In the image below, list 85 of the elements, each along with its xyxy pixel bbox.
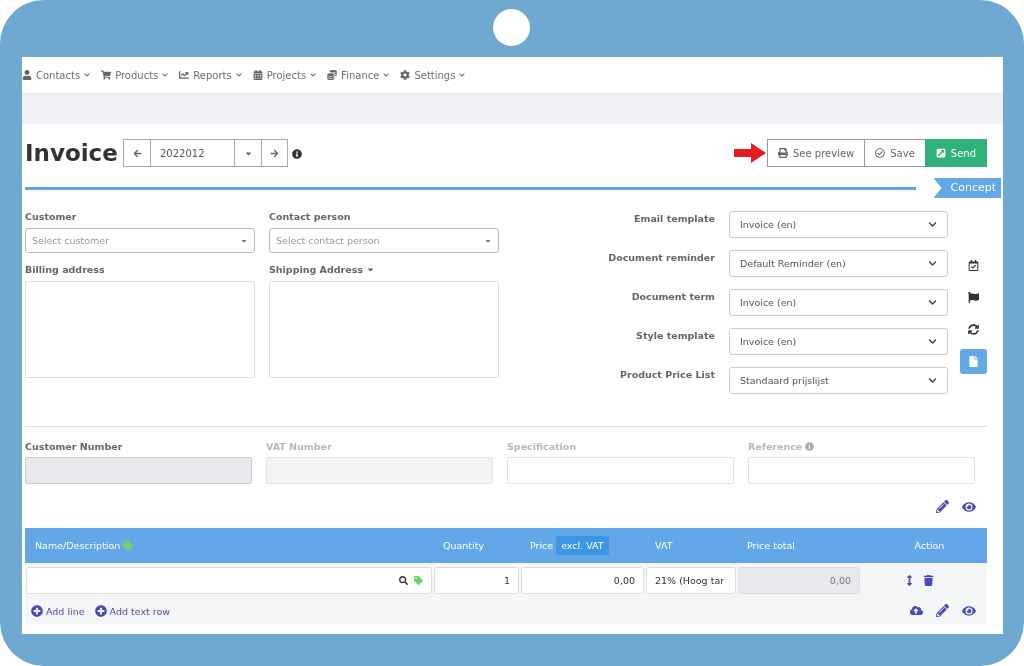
select-field[interactable]: Default Reminder (en) — [729, 250, 948, 277]
printer-icon — [778, 148, 788, 158]
field-label: Email template — [633, 212, 715, 224]
chevron-icon — [84, 72, 91, 78]
description-field[interactable] — [26, 567, 432, 594]
pencil-icon — [936, 604, 949, 617]
field-label: Specification — [507, 441, 577, 452]
field-label: Product Price List — [619, 368, 715, 380]
field-label: Shipping Address — [269, 264, 363, 275]
status-tag: Concept — [933, 178, 1001, 198]
user-icon — [22, 70, 32, 80]
gear-icon — [400, 70, 411, 80]
field-label: Reference — [748, 441, 803, 452]
nav-menu-item[interactable]: Products — [101, 69, 169, 81]
chevron-icon — [383, 72, 390, 78]
arrow-right-icon — [270, 148, 279, 158]
arrow-left-icon — [132, 148, 142, 158]
external-link-icon — [935, 148, 946, 158]
column-header: Price total — [747, 540, 795, 551]
info-icon — [292, 148, 302, 159]
field-label: Billing address — [25, 263, 106, 277]
field-label: Customer Number — [25, 441, 123, 452]
text-field[interactable] — [507, 457, 734, 484]
document-icon — [968, 356, 979, 367]
caret-icon — [366, 265, 375, 274]
chevron-icon — [235, 72, 242, 78]
upload-icon — [910, 604, 923, 617]
select-field[interactable]: Standaard prijslijst — [729, 367, 948, 394]
nav-menu-item[interactable]: Reports — [179, 69, 242, 81]
field-label: Document reminder — [607, 251, 715, 263]
shipping-address-field[interactable] — [269, 281, 499, 378]
price-badge: excl. VAT — [556, 536, 609, 555]
nav-menu-item[interactable]: Contacts — [22, 69, 91, 81]
chevron-icon — [928, 298, 937, 307]
tag-icon — [414, 576, 423, 585]
select-field[interactable]: Invoice (en) — [729, 211, 948, 238]
add-link[interactable]: Add line — [31, 605, 85, 617]
column-header: Quantity — [443, 540, 485, 551]
cart-icon — [101, 70, 112, 80]
chevron-icon — [928, 220, 937, 229]
chevron-icon — [928, 337, 937, 346]
vat-select[interactable]: 21% (Hoog tar — [646, 567, 736, 594]
quantity-field[interactable]: 1 — [434, 567, 519, 594]
pointer-arrow — [734, 143, 766, 163]
camera-dot — [493, 9, 530, 46]
price-total-field: 0,00 — [738, 567, 860, 594]
field-label: Style template — [635, 329, 715, 341]
column-header: Action — [914, 540, 945, 551]
add-link[interactable]: Add text row — [94, 605, 171, 617]
column-header: VAT — [655, 540, 673, 551]
chevron-icon — [459, 72, 466, 78]
chevron-icon — [162, 72, 169, 78]
document-button[interactable] — [960, 349, 987, 374]
save-button[interactable]: Save — [864, 139, 926, 167]
preview-button[interactable]: See preview — [767, 139, 866, 167]
page-title: Invoice — [25, 140, 119, 166]
field-label: Document term — [630, 290, 715, 302]
billing-address-field[interactable] — [25, 281, 255, 378]
nav-menu-item[interactable]: Projects — [252, 69, 317, 81]
select-field[interactable]: Invoice (en) — [729, 328, 948, 355]
field-label: Contact person — [269, 210, 352, 224]
field-label: Customer — [25, 210, 78, 224]
move-icon — [904, 575, 915, 586]
pencil-icon — [936, 500, 949, 513]
eye-icon — [962, 604, 976, 618]
text-field[interactable] — [748, 457, 975, 484]
eye-icon — [962, 500, 976, 514]
sync-icon — [968, 324, 979, 335]
chevron-icon — [928, 376, 937, 385]
flag-icon — [968, 292, 979, 303]
chart-icon — [179, 70, 190, 80]
nav-menu-item[interactable]: Finance — [327, 69, 390, 81]
coins-icon — [327, 70, 338, 80]
chevron-icon — [928, 259, 937, 268]
column-header: Name/Description — [35, 540, 121, 551]
trash-icon — [923, 575, 934, 586]
column-header: Price — [530, 540, 554, 551]
price-field[interactable]: 0,00 — [521, 567, 644, 594]
nav-menu-item[interactable]: Settings — [400, 69, 466, 81]
select-field[interactable]: Invoice (en) — [729, 289, 948, 316]
chevron-icon — [310, 72, 317, 78]
calendar-check-icon — [968, 260, 979, 271]
calendar-icon — [252, 70, 263, 80]
field-label: VAT Number — [266, 441, 332, 452]
search-icon — [399, 576, 408, 585]
